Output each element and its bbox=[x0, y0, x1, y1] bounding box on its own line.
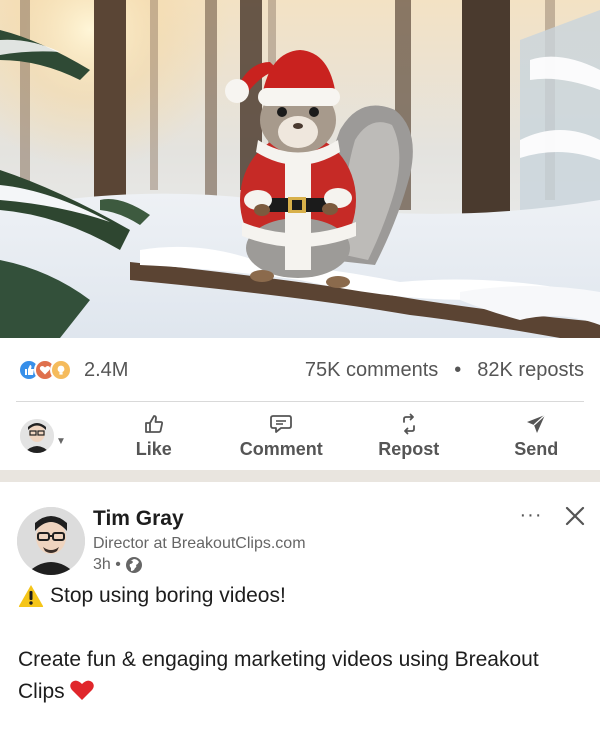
post-text-line1: Stop using boring videos! bbox=[18, 580, 286, 612]
feed-separator bbox=[0, 470, 600, 482]
post-time: 3h • bbox=[93, 556, 121, 573]
actor-switcher[interactable]: ▼ bbox=[0, 419, 90, 453]
chevron-down-icon: ▼ bbox=[56, 435, 66, 447]
comment-count[interactable]: 75K comments bbox=[305, 359, 438, 382]
post-meta: 3h • bbox=[93, 556, 143, 574]
warning-icon bbox=[18, 585, 44, 607]
like-label: Like bbox=[135, 438, 172, 459]
close-icon bbox=[565, 506, 585, 526]
repost-label: Repost bbox=[378, 438, 440, 459]
repost-button[interactable]: Repost bbox=[345, 413, 473, 460]
repost-icon bbox=[402, 413, 415, 434]
author-name[interactable]: Tim Gray bbox=[93, 507, 184, 531]
send-label: Send bbox=[514, 438, 559, 459]
post-image[interactable] bbox=[0, 0, 600, 338]
author-avatar[interactable] bbox=[17, 507, 85, 575]
avatar bbox=[20, 419, 54, 453]
author-headline: Director at BreakoutClips.com bbox=[93, 535, 306, 552]
next-post: Tim Gray Director at BreakoutClips.com 3… bbox=[0, 482, 600, 750]
reaction-icons[interactable] bbox=[18, 357, 72, 383]
count-separator: • bbox=[454, 358, 462, 381]
repost-count[interactable]: 82K reposts bbox=[477, 359, 584, 382]
heart-icon bbox=[69, 680, 94, 700]
send-button[interactable]: Send bbox=[473, 413, 600, 460]
reaction-count[interactable]: 2.4M bbox=[84, 359, 128, 382]
like-button[interactable]: Like bbox=[90, 413, 218, 460]
comment-button[interactable]: Comment bbox=[218, 413, 346, 460]
comment-label: Comment bbox=[239, 438, 323, 459]
thumbs-up-icon bbox=[144, 414, 163, 433]
squirrel-santa-image bbox=[0, 0, 600, 338]
more-options-button[interactable]: ··· bbox=[515, 504, 547, 532]
close-button[interactable] bbox=[561, 502, 589, 530]
post-text-line2: Create fun & engaging marketing videos u… bbox=[18, 644, 588, 708]
comment-icon bbox=[270, 414, 293, 433]
globe-icon bbox=[125, 557, 142, 573]
social-counts: 2.4M 75K comments • 82K reposts bbox=[0, 338, 600, 402]
post-body: Create fun & engaging marketing videos u… bbox=[18, 648, 539, 703]
send-icon bbox=[527, 414, 546, 433]
insightful-icon bbox=[50, 359, 72, 381]
post-headline: Stop using boring videos! bbox=[50, 584, 286, 607]
action-bar: ▼ Like Comment Repost Send bbox=[0, 402, 600, 470]
